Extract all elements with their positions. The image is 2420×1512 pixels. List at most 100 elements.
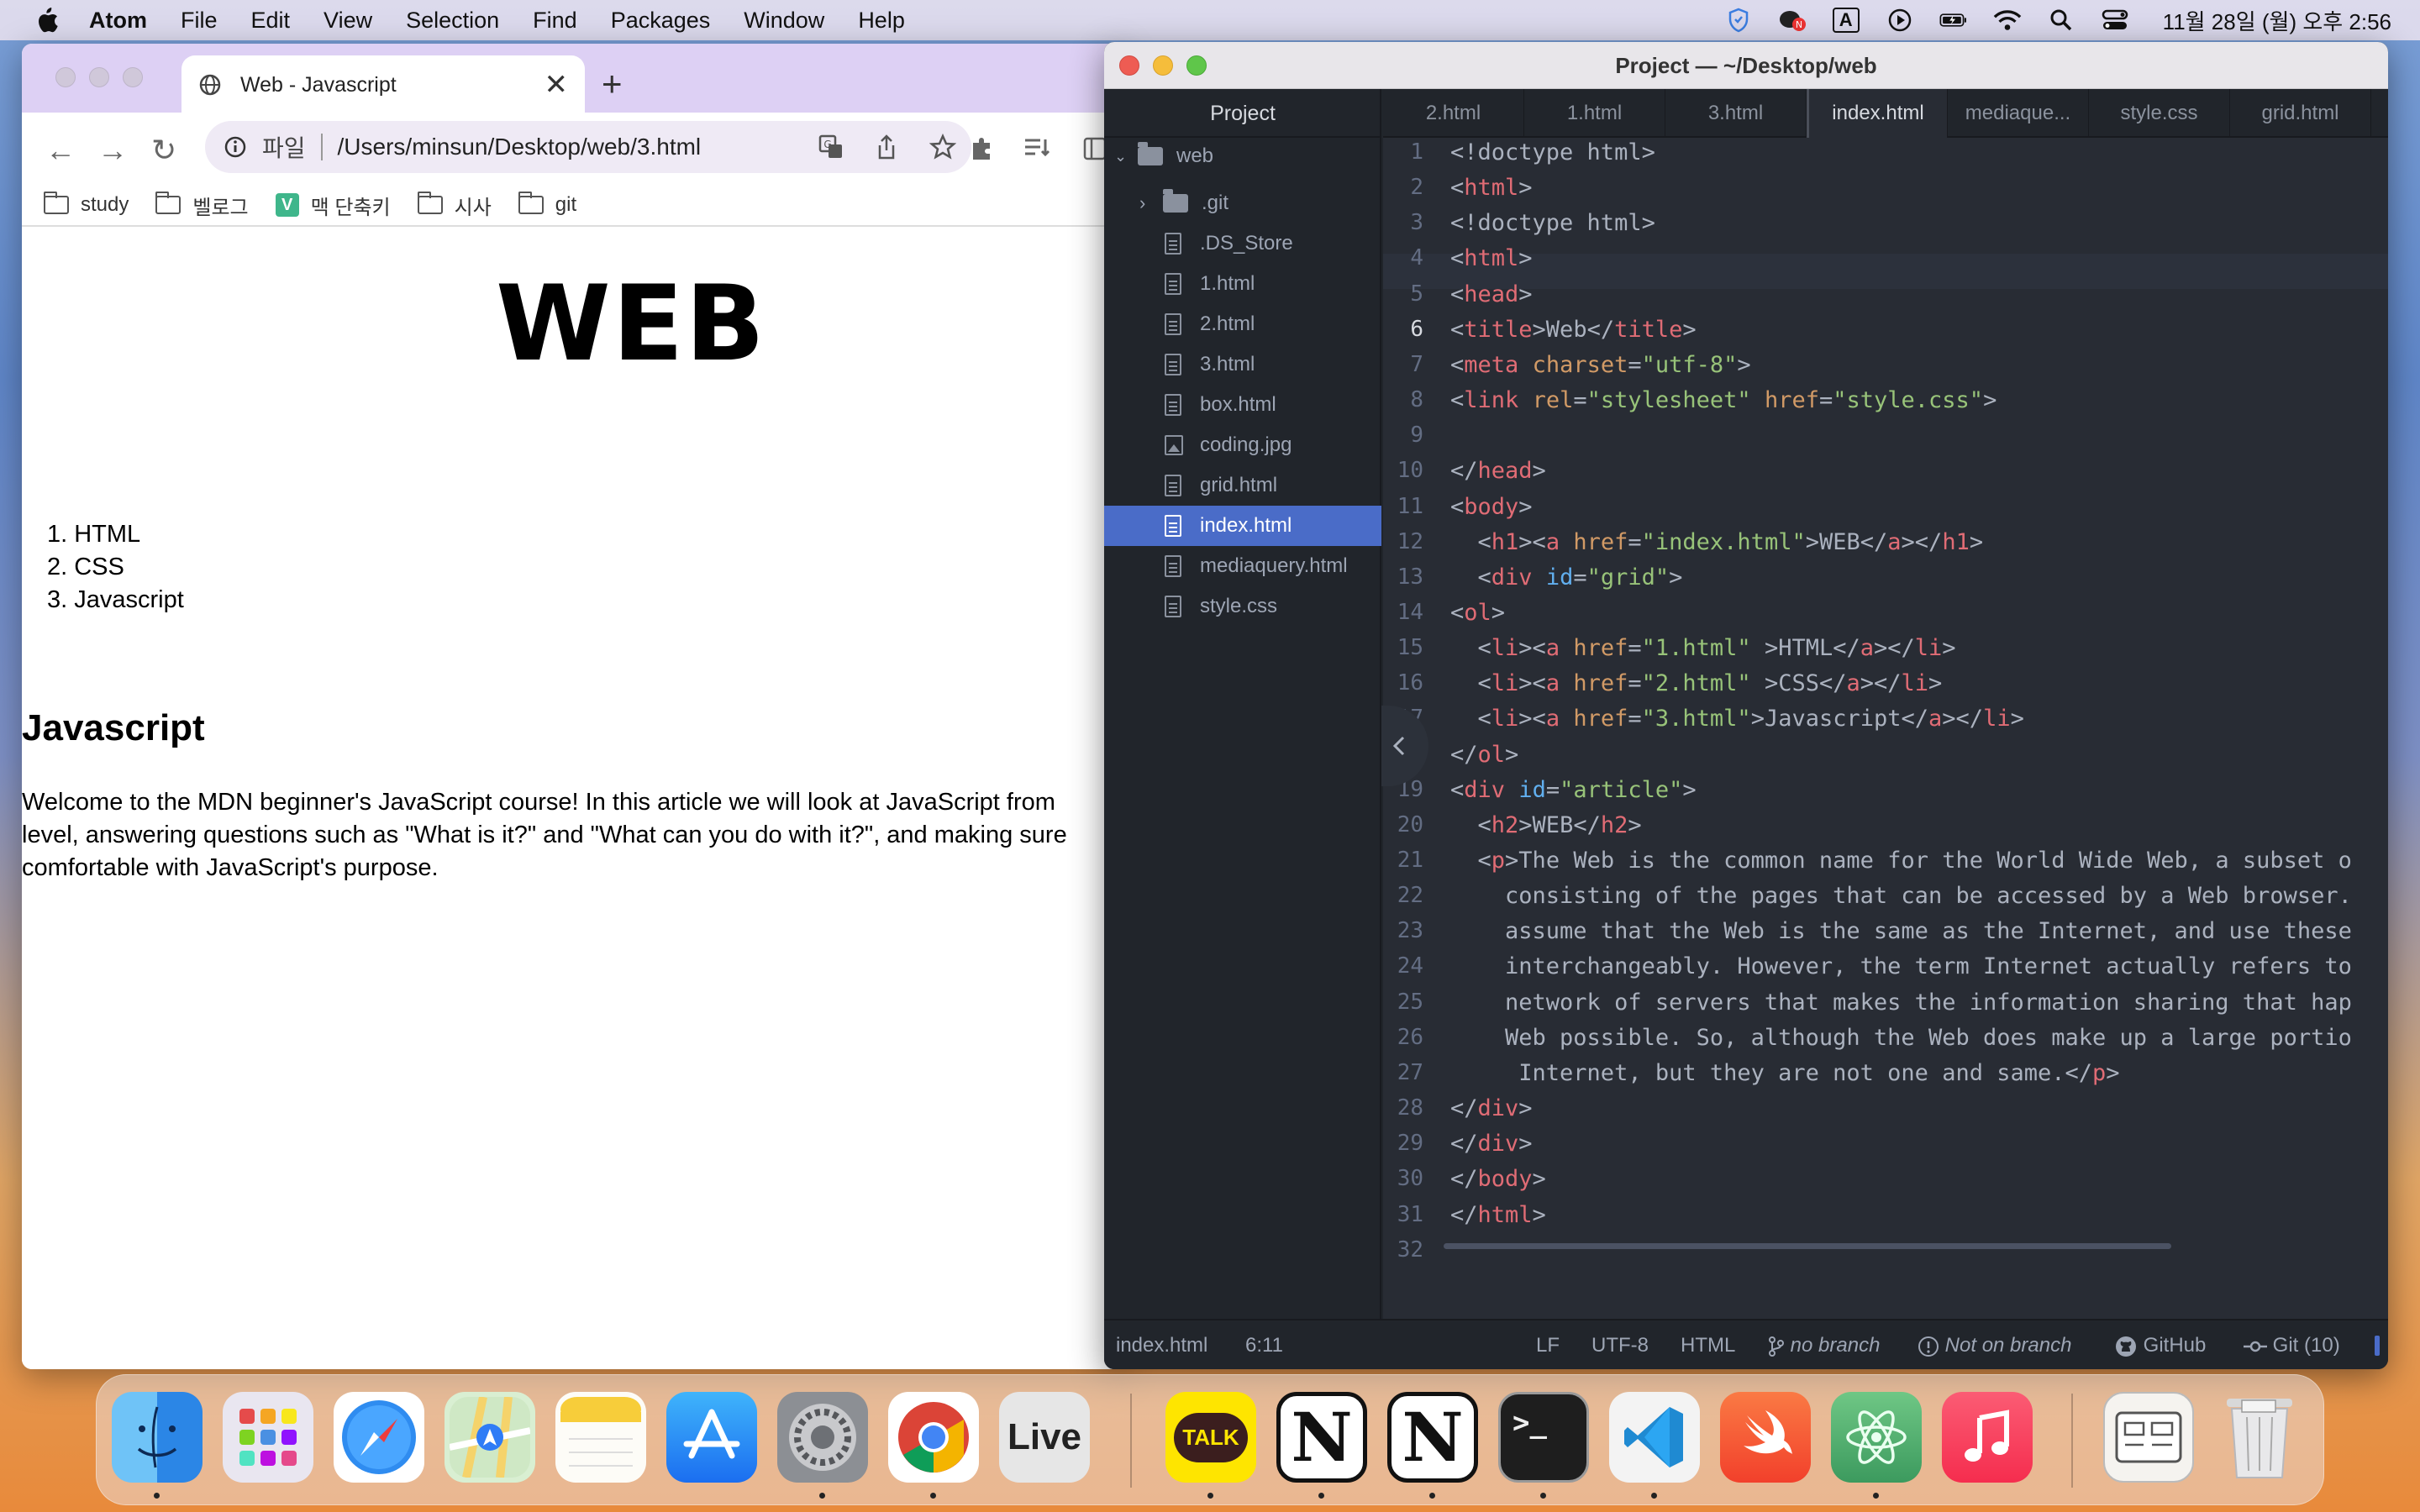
editor-tab[interactable]: mediaque...	[1948, 89, 2089, 138]
control-center-icon[interactable]	[2101, 8, 2129, 33]
status-encoding[interactable]: UTF-8	[1591, 1320, 1649, 1369]
editor-tab[interactable]: 2.html	[1383, 89, 1524, 138]
clock[interactable]: 11월 28일 (월) 오후 2:56	[2163, 5, 2391, 36]
bookmark-velog[interactable]: 벨로그	[155, 191, 249, 220]
tree-item[interactable]: mediaquery.html	[1104, 546, 1381, 586]
notion-icon[interactable]: N	[1276, 1392, 1367, 1483]
status-line-ending[interactable]: LF	[1536, 1320, 1560, 1369]
launchpad-icon[interactable]	[223, 1392, 313, 1483]
tree-item[interactable]: .DS_Store	[1104, 223, 1381, 264]
page-nav-link-css[interactable]: 2. CSS	[47, 551, 184, 584]
vscode-icon[interactable]	[1609, 1392, 1700, 1483]
code-token: </	[1450, 741, 1478, 768]
bookmark-star-icon[interactable]	[929, 134, 956, 160]
trash-icon[interactable]	[2214, 1392, 2305, 1483]
input-source-icon[interactable]: A	[1832, 8, 1860, 33]
back-arrow-icon[interactable]: ←	[45, 133, 76, 168]
menu-packages[interactable]: Packages	[611, 8, 711, 34]
editor-tab[interactable]: index.html	[1807, 89, 1948, 138]
battery-icon[interactable]	[1939, 8, 1968, 33]
translate-icon[interactable]: G	[818, 134, 844, 160]
spotlight-search-icon[interactable]	[2047, 8, 2075, 33]
window-zoom-button[interactable]	[123, 67, 143, 87]
status-branch-state[interactable]: Not on branch	[1918, 1320, 2071, 1369]
menu-app-name[interactable]: Atom	[89, 8, 147, 34]
media-play-icon[interactable]	[1886, 8, 1914, 33]
page-nav-link-javascript[interactable]: 3. Javascript	[47, 584, 184, 617]
tree-item[interactable]: › .git	[1104, 183, 1381, 223]
downloads-stack-icon[interactable]	[2103, 1392, 2194, 1483]
tree-item[interactable]: style.css	[1104, 586, 1381, 627]
status-update-indicator[interactable]	[2375, 1336, 2380, 1356]
reading-list-icon[interactable]	[1023, 136, 1052, 161]
address-bar[interactable]: 파일 /Users/minsun/Desktop/web/3.html G	[205, 121, 971, 173]
share-icon[interactable]	[876, 134, 897, 160]
tree-item[interactable]: coding.jpg	[1104, 425, 1381, 465]
menu-find[interactable]: Find	[533, 8, 577, 34]
bookmark-git[interactable]: git	[518, 192, 576, 217]
tree-item[interactable]: index.html	[1104, 506, 1381, 546]
line-number: 7	[1410, 351, 1423, 377]
status-grammar[interactable]: HTML	[1681, 1320, 1735, 1369]
url-text[interactable]: /Users/minsun/Desktop/web/3.html	[338, 134, 702, 160]
tree-item[interactable]: 1.html	[1104, 264, 1381, 304]
menu-view[interactable]: View	[324, 8, 372, 34]
bookmark-study[interactable]: study	[44, 192, 129, 217]
notes-icon[interactable]	[555, 1392, 646, 1483]
safari-icon[interactable]	[334, 1392, 424, 1483]
editor-tab[interactable]: 1.html	[1524, 89, 1665, 138]
menu-window[interactable]: Window	[744, 8, 824, 34]
status-file-path[interactable]: index.html	[1116, 1320, 1207, 1369]
chrome-icon[interactable]	[888, 1392, 979, 1483]
page-nav-link-html[interactable]: 1. HTML	[47, 518, 184, 551]
tree-item[interactable]: 3.html	[1104, 344, 1381, 385]
bookmark-mac-shortcuts[interactable]: V맥 단축키	[275, 191, 391, 220]
line-number: 20	[1397, 811, 1423, 837]
tree-item[interactable]: 2.html	[1104, 304, 1381, 344]
system-preferences-icon[interactable]	[777, 1392, 868, 1483]
status-git[interactable]: Git (10)	[2244, 1320, 2340, 1369]
reload-icon[interactable]: ↻	[151, 133, 176, 168]
status-github[interactable]: GitHub	[2114, 1320, 2206, 1369]
editor-tab[interactable]: 3.html	[1665, 89, 1807, 138]
page-heading-link[interactable]: WEB	[22, 264, 1123, 385]
browser-tab-active[interactable]: Web - Javascript ✕	[182, 55, 585, 114]
menu-file[interactable]: File	[181, 8, 218, 34]
menu-help[interactable]: Help	[858, 8, 905, 34]
project-panel-header[interactable]: Project	[1104, 89, 1381, 138]
wifi-icon[interactable]	[1993, 8, 2022, 33]
terminal-icon[interactable]: >_	[1498, 1392, 1589, 1483]
close-tab-icon[interactable]: ✕	[544, 68, 569, 102]
shield-icon[interactable]	[1724, 8, 1753, 33]
status-branch[interactable]: no branch	[1768, 1320, 1880, 1369]
notion-icon-2[interactable]: N	[1387, 1392, 1478, 1483]
new-tab-button[interactable]: +	[602, 64, 623, 104]
live-server-icon[interactable]: Live	[999, 1392, 1090, 1483]
info-icon[interactable]	[224, 135, 247, 159]
maps-icon[interactable]	[445, 1392, 535, 1483]
swift-playgrounds-icon[interactable]	[1720, 1392, 1811, 1483]
tree-item[interactable]: box.html	[1104, 385, 1381, 425]
tree-root-folder[interactable]: ⌄ web	[1104, 136, 1381, 176]
app-store-icon[interactable]	[666, 1392, 757, 1483]
kakaotalk-icon[interactable]: TALK	[1165, 1392, 1256, 1483]
code-editor[interactable]: 1234567891011121314151617181920212223242…	[1383, 138, 2388, 1319]
finder-icon[interactable]	[112, 1392, 203, 1483]
chat-notification-icon[interactable]: N	[1778, 8, 1807, 33]
bookmark-news[interactable]: 시사	[417, 191, 492, 220]
code-token: body	[1477, 1166, 1533, 1193]
window-close-button[interactable]	[55, 67, 76, 87]
editor-tab[interactable]: grid.html	[2230, 89, 2371, 138]
tree-item[interactable]: grid.html	[1104, 465, 1381, 506]
menu-selection[interactable]: Selection	[406, 8, 499, 34]
atom-icon[interactable]	[1831, 1392, 1922, 1483]
menu-edit[interactable]: Edit	[251, 8, 291, 34]
window-minimize-button[interactable]	[89, 67, 109, 87]
horizontal-scrollbar[interactable]	[1444, 1243, 2171, 1249]
music-icon[interactable]	[1942, 1392, 2033, 1483]
editor-tab[interactable]: style.css	[2089, 89, 2230, 138]
apple-logo-icon[interactable]	[34, 6, 59, 34]
forward-arrow-icon[interactable]: →	[97, 133, 128, 168]
status-cursor-position[interactable]: 6:11	[1245, 1320, 1283, 1369]
extensions-puzzle-icon[interactable]	[968, 134, 997, 163]
